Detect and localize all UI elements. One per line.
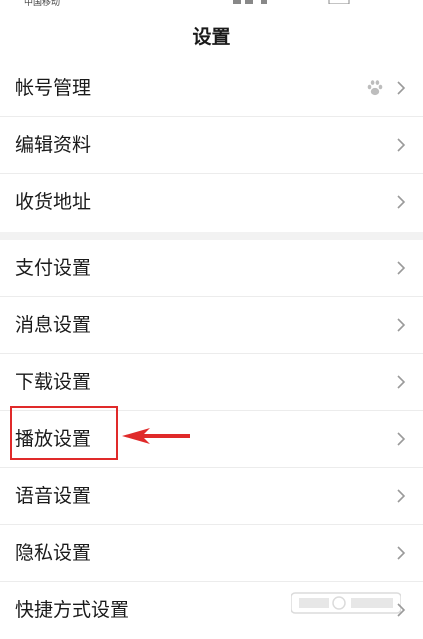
chevron-right-icon bbox=[397, 261, 406, 275]
paw-icon bbox=[367, 80, 383, 96]
status-icons bbox=[233, 0, 350, 4]
settings-row-account[interactable]: 帐号管理 bbox=[0, 60, 423, 117]
baidu-watermark-icon bbox=[291, 592, 401, 614]
chevron-right-icon bbox=[397, 375, 406, 389]
settings-row-label: 帐号管理 bbox=[15, 77, 92, 99]
status-carrier: 中国移动 bbox=[24, 0, 61, 8]
settings-row-label: 语音设置 bbox=[15, 485, 92, 507]
chevron-right-icon bbox=[397, 318, 406, 332]
settings-row-label: 消息设置 bbox=[15, 314, 92, 336]
page-title: 设置 bbox=[192, 26, 231, 48]
chevron-right-icon bbox=[397, 489, 406, 503]
chevron-right-icon bbox=[397, 81, 406, 95]
settings-row-label: 收货地址 bbox=[15, 191, 92, 213]
chevron-right-icon bbox=[397, 432, 406, 446]
settings-row-label: 隐私设置 bbox=[15, 542, 92, 564]
chevron-right-icon bbox=[397, 138, 406, 152]
settings-group-account: 帐号管理 编辑资料 收货地址 bbox=[0, 60, 423, 231]
group-separator bbox=[0, 232, 423, 240]
chevron-right-icon bbox=[397, 195, 406, 209]
status-bar: 中国移动 bbox=[0, 0, 423, 12]
chevron-right-icon bbox=[397, 546, 406, 560]
settings-row-payment[interactable]: 支付设置 bbox=[0, 240, 423, 297]
settings-row-voice[interactable]: 语音设置 bbox=[0, 468, 423, 525]
pointer-arrow-icon bbox=[122, 428, 190, 444]
settings-row-label: 支付设置 bbox=[15, 257, 92, 279]
settings-row-download[interactable]: 下载设置 bbox=[0, 354, 423, 411]
settings-row-label: 下载设置 bbox=[15, 371, 92, 393]
settings-row-privacy[interactable]: 隐私设置 bbox=[0, 525, 423, 582]
settings-row-messages[interactable]: 消息设置 bbox=[0, 297, 423, 354]
settings-row-edit-profile[interactable]: 编辑资料 bbox=[0, 117, 423, 174]
settings-row-shipping-address[interactable]: 收货地址 bbox=[0, 174, 423, 231]
settings-row-label: 编辑资料 bbox=[15, 134, 92, 156]
settings-row-label: 快捷方式设置 bbox=[15, 599, 130, 621]
highlight-box bbox=[10, 406, 118, 460]
page-header: 设置 bbox=[0, 12, 423, 62]
